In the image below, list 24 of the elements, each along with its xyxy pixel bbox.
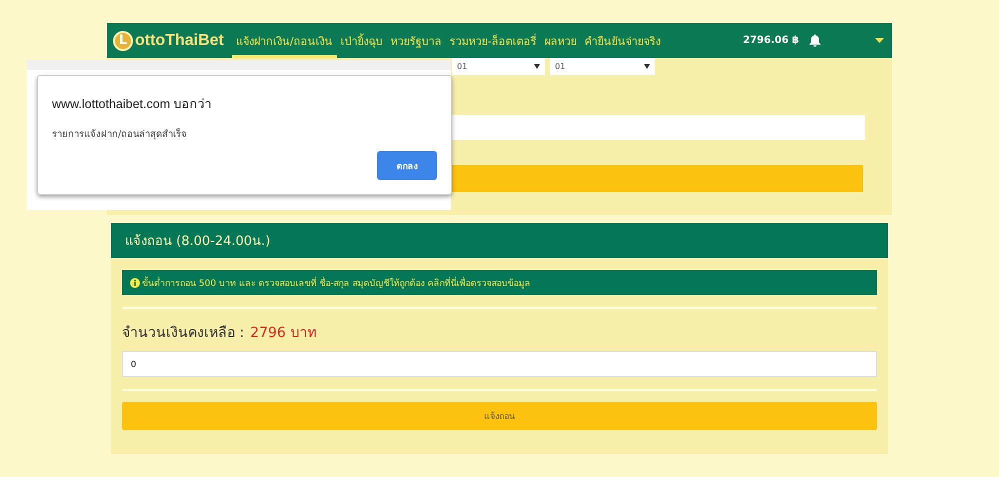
select-field[interactable]: 01 xyxy=(550,58,655,75)
balance-label: จำนวนเงินคงเหลือ : xyxy=(122,324,244,343)
info-icon xyxy=(130,278,140,288)
dialog-message: รายการแจ้งฝาก/ถอนล่าสุดสำเร็จ xyxy=(52,127,188,141)
withdraw-button[interactable]: แจ้งถอน xyxy=(122,402,877,430)
caret-icon xyxy=(644,64,650,69)
dialog-title: www.lottothaibet.com บอกว่า xyxy=(52,96,213,113)
logo-text: ottoThaiBet xyxy=(135,32,224,50)
select-field[interactable]: 01 xyxy=(452,58,545,75)
section-title: แจ้งถอน (8.00-24.00น.) xyxy=(111,223,888,258)
nav-link[interactable]: คำยืนยันจ่ายจริง xyxy=(580,23,665,58)
nav-link[interactable]: เป่ายิ้งฉุบ xyxy=(336,23,387,58)
logo-icon: L xyxy=(113,30,133,50)
nav-link[interactable]: รวมหวย-ล็อตเตอรี่ xyxy=(446,23,541,58)
ok-button[interactable]: ตกลง xyxy=(377,151,437,180)
notice-link[interactable]: ขั้นต่ำการถอน 500 บาท และ ตรวจสอบเลขที่ ชื่อ-สกุล สมุดบัญชีให้ถูกต้อง คลิกที่นี่เพื่อตรวจสอบข้อมูล xyxy=(122,270,877,295)
nav-link[interactable]: หวยรัฐบาล xyxy=(386,23,446,58)
bell-icon[interactable] xyxy=(809,34,821,47)
balance-amount: 2796 บาท xyxy=(250,324,316,343)
balance-text: 2796.06 ฿ xyxy=(743,34,799,48)
caret-icon xyxy=(534,64,540,69)
amount-field[interactable]: 0 xyxy=(122,351,877,377)
caret-icon[interactable] xyxy=(875,38,884,44)
nav-link[interactable]: ผลหวย xyxy=(540,23,581,58)
